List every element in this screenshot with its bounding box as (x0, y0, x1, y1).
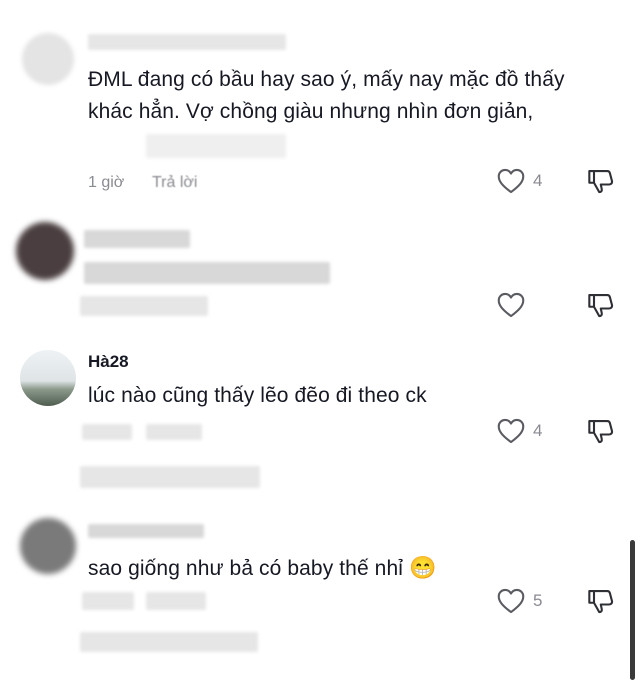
like-button[interactable] (497, 292, 525, 318)
blurred-username (84, 230, 190, 248)
like-count: 5 (533, 591, 543, 610)
blurred-username (88, 524, 204, 538)
like-button[interactable]: 4 (497, 168, 542, 194)
blurred-meta (146, 424, 202, 440)
heart-outline-icon (497, 168, 525, 194)
like-button[interactable]: 4 (497, 418, 542, 444)
scrollbar[interactable] (630, 540, 635, 680)
avatar[interactable] (22, 33, 74, 85)
thumbs-down-icon[interactable] (587, 167, 615, 195)
avatar[interactable] (20, 350, 76, 406)
heart-outline-icon (497, 292, 525, 318)
comment-text: sao giống như bả có baby thế nhỉ 😁 (88, 552, 548, 585)
avatar[interactable] (20, 518, 76, 574)
heart-outline-icon (497, 588, 525, 614)
thumbs-down-icon[interactable] (587, 587, 615, 615)
reply-link[interactable]: Trả lời (152, 174, 197, 192)
thumbs-down-icon[interactable] (587, 291, 615, 319)
thumbs-down-icon[interactable] (587, 417, 615, 445)
comment-text-body: sao giống như bả có baby thế nhỉ (88, 557, 403, 580)
avatar[interactable] (16, 222, 74, 280)
like-count: 4 (533, 421, 543, 440)
blurred-username (88, 34, 286, 50)
blurred-meta (82, 424, 132, 440)
like-count: 4 (533, 171, 543, 190)
grinning-emoji: 😁 (408, 555, 437, 580)
comment-text: lúc nào cũng thấy lẽo đẽo đi theo ck (88, 384, 427, 407)
blurred-reply (80, 466, 260, 488)
blurred-reply (80, 632, 258, 652)
blurred-text (146, 134, 286, 158)
blurred-meta (82, 592, 134, 610)
comment-time: 1 giờ (88, 174, 125, 191)
comment-username[interactable]: Hà28 (88, 352, 129, 372)
heart-outline-icon (497, 418, 525, 444)
like-button[interactable]: 5 (497, 588, 542, 614)
comment-text: ĐML đang có bầu hay sao ý, mấy nay mặc đ… (88, 68, 565, 123)
blurred-text (84, 262, 330, 284)
blurred-meta (146, 592, 206, 610)
blurred-meta (80, 296, 208, 316)
